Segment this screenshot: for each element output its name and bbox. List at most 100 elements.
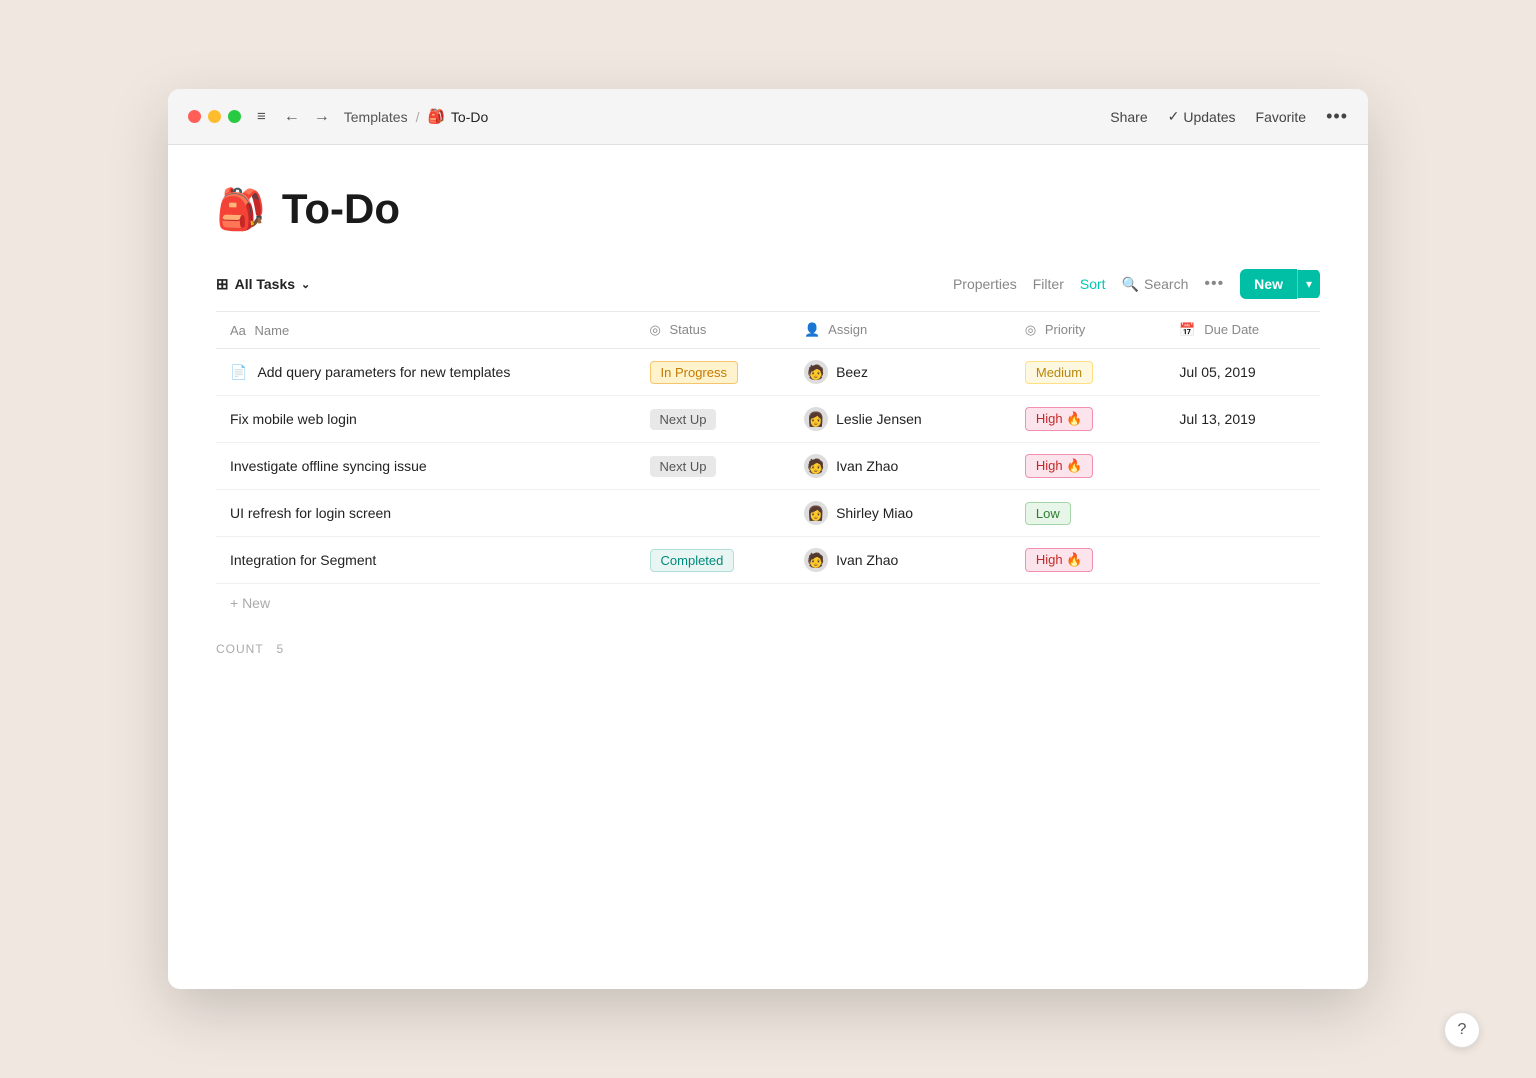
task-name-cell[interactable]: Fix mobile web login bbox=[216, 396, 636, 443]
task-duedate-cell bbox=[1165, 537, 1320, 584]
table-row[interactable]: Investigate offline syncing issue Next Up… bbox=[216, 443, 1320, 490]
priority-badge: Low bbox=[1025, 502, 1071, 525]
table-row[interactable]: 📄 Add query parameters for new templates I… bbox=[216, 349, 1320, 396]
assignee-name: Shirley Miao bbox=[836, 505, 913, 521]
avatar: 👩 bbox=[804, 407, 828, 431]
table-row[interactable]: Integration for Segment Completed 🧑Ivan Zh… bbox=[216, 537, 1320, 584]
count-value: 5 bbox=[276, 642, 284, 656]
col-header-status: ◎ Status bbox=[636, 312, 791, 349]
col-header-priority: ◎ Priority bbox=[1011, 312, 1166, 349]
task-assign-cell[interactable]: 🧑 Beez bbox=[790, 349, 1011, 396]
new-task-chevron[interactable]: ▾ bbox=[1297, 270, 1320, 298]
toolbar-right: Properties Filter Sort 🔍 Search ••• New … bbox=[953, 269, 1320, 299]
back-button[interactable]: ← bbox=[280, 106, 304, 128]
add-new-row[interactable]: + New bbox=[216, 584, 1320, 623]
menu-icon[interactable]: ≡ bbox=[257, 108, 266, 125]
tasks-table: Aa Name ◎ Status 👤 Assign ◎ Priority bbox=[216, 311, 1320, 622]
task-duedate-cell bbox=[1165, 443, 1320, 490]
avatar: 🧑 bbox=[804, 360, 828, 384]
col-header-assign: 👤 Assign bbox=[790, 312, 1011, 349]
task-name: Investigate offline syncing issue bbox=[230, 458, 427, 474]
task-priority-cell[interactable]: Low bbox=[1011, 490, 1166, 537]
task-priority-cell[interactable]: High 🔥 bbox=[1011, 443, 1166, 490]
page-icon: 🎒 bbox=[216, 186, 266, 233]
task-name: Fix mobile web login bbox=[230, 411, 357, 427]
task-assign-cell[interactable]: 🧑Ivan Zhao bbox=[790, 537, 1011, 584]
status-badge: In Progress bbox=[650, 361, 738, 384]
all-tasks-button[interactable]: ⊞ All Tasks ⌄ bbox=[216, 275, 310, 293]
close-button[interactable] bbox=[188, 110, 201, 123]
maximize-button[interactable] bbox=[228, 110, 241, 123]
minimize-button[interactable] bbox=[208, 110, 221, 123]
updates-label: Updates bbox=[1183, 109, 1235, 125]
priority-badge: High 🔥 bbox=[1025, 454, 1094, 478]
search-label: Search bbox=[1144, 276, 1188, 292]
priority-badge: High 🔥 bbox=[1025, 548, 1094, 572]
breadcrumb-current: 🎒 To-Do bbox=[427, 108, 488, 125]
search-button[interactable]: 🔍 Search bbox=[1122, 276, 1189, 293]
col-header-duedate: 📅 Due Date bbox=[1165, 312, 1320, 349]
all-tasks-table-icon: ⊞ bbox=[216, 275, 229, 293]
toolbar-more-button[interactable]: ••• bbox=[1204, 275, 1224, 293]
all-tasks-label: All Tasks bbox=[235, 276, 295, 292]
toolbar: ⊞ All Tasks ⌄ Properties Filter Sort 🔍 S… bbox=[216, 269, 1320, 311]
task-priority-cell[interactable]: Medium bbox=[1011, 349, 1166, 396]
task-name-cell[interactable]: Integration for Segment bbox=[216, 537, 636, 584]
tasks-tbody: 📄 Add query parameters for new templates I… bbox=[216, 349, 1320, 623]
task-assign-cell[interactable]: 🧑Ivan Zhao bbox=[790, 443, 1011, 490]
task-name-cell[interactable]: 📄 Add query parameters for new templates bbox=[216, 349, 636, 396]
page-title: To-Do bbox=[282, 185, 400, 233]
breadcrumb-separator: / bbox=[416, 109, 420, 125]
app-window: ≡ ← → Templates / 🎒 To-Do Share ✓ Update… bbox=[168, 89, 1368, 989]
task-duedate-cell: Jul 13, 2019 bbox=[1165, 396, 1320, 443]
name-col-label: Name bbox=[255, 323, 290, 338]
assign-col-label: Assign bbox=[828, 322, 867, 337]
breadcrumb-parent[interactable]: Templates bbox=[344, 109, 408, 125]
favorite-button[interactable]: Favorite bbox=[1256, 109, 1307, 125]
task-assign-cell[interactable]: 👩Leslie Jensen bbox=[790, 396, 1011, 443]
avatar: 🧑 bbox=[804, 548, 828, 572]
task-status-cell[interactable]: In Progress bbox=[636, 349, 791, 396]
properties-button[interactable]: Properties bbox=[953, 276, 1017, 292]
doc-icon: 📄 bbox=[230, 364, 247, 381]
assignee-name: Ivan Zhao bbox=[836, 458, 898, 474]
status-col-label: Status bbox=[669, 322, 706, 337]
priority-badge: Medium bbox=[1025, 361, 1093, 384]
task-status-cell[interactable]: Next Up bbox=[636, 443, 791, 490]
share-button[interactable]: Share bbox=[1110, 109, 1147, 125]
new-task-button[interactable]: New bbox=[1240, 269, 1297, 299]
search-icon: 🔍 bbox=[1122, 276, 1139, 293]
status-badge: Next Up bbox=[650, 456, 717, 477]
task-name-cell[interactable]: UI refresh for login screen bbox=[216, 490, 636, 537]
name-col-icon: Aa bbox=[230, 323, 246, 338]
task-duedate-cell bbox=[1165, 490, 1320, 537]
status-badge: Completed bbox=[650, 549, 735, 572]
task-priority-cell[interactable]: High 🔥 bbox=[1011, 537, 1166, 584]
task-status-cell[interactable]: Completed bbox=[636, 537, 791, 584]
forward-button[interactable]: → bbox=[310, 106, 334, 128]
titlebar-nav: ← → bbox=[280, 106, 334, 128]
task-name-cell[interactable]: Investigate offline syncing issue bbox=[216, 443, 636, 490]
task-name: Add query parameters for new templates bbox=[257, 364, 510, 380]
more-button[interactable]: ••• bbox=[1326, 106, 1348, 127]
updates-button[interactable]: ✓ Updates bbox=[1168, 108, 1236, 125]
assignee-name: Beez bbox=[836, 364, 868, 380]
priority-col-icon: ◎ bbox=[1025, 322, 1036, 337]
titlebar: ≡ ← → Templates / 🎒 To-Do Share ✓ Update… bbox=[168, 89, 1368, 145]
table-row[interactable]: Fix mobile web login Next Up👩Leslie Jense… bbox=[216, 396, 1320, 443]
task-assign-cell[interactable]: 👩Shirley Miao bbox=[790, 490, 1011, 537]
task-status-cell[interactable] bbox=[636, 490, 791, 537]
status-col-icon: ◎ bbox=[650, 322, 661, 337]
sort-button[interactable]: Sort bbox=[1080, 276, 1106, 292]
traffic-lights bbox=[188, 110, 241, 123]
new-button-group: New ▾ bbox=[1240, 269, 1320, 299]
task-priority-cell[interactable]: High 🔥 bbox=[1011, 396, 1166, 443]
filter-button[interactable]: Filter bbox=[1033, 276, 1064, 292]
task-name: UI refresh for login screen bbox=[230, 505, 391, 521]
updates-check-icon: ✓ bbox=[1168, 108, 1180, 125]
add-new-label[interactable]: + New bbox=[216, 584, 1320, 623]
col-header-name: Aa Name bbox=[216, 312, 636, 349]
priority-badge: High 🔥 bbox=[1025, 407, 1094, 431]
table-row[interactable]: UI refresh for login screen 👩Shirley Miao… bbox=[216, 490, 1320, 537]
task-status-cell[interactable]: Next Up bbox=[636, 396, 791, 443]
